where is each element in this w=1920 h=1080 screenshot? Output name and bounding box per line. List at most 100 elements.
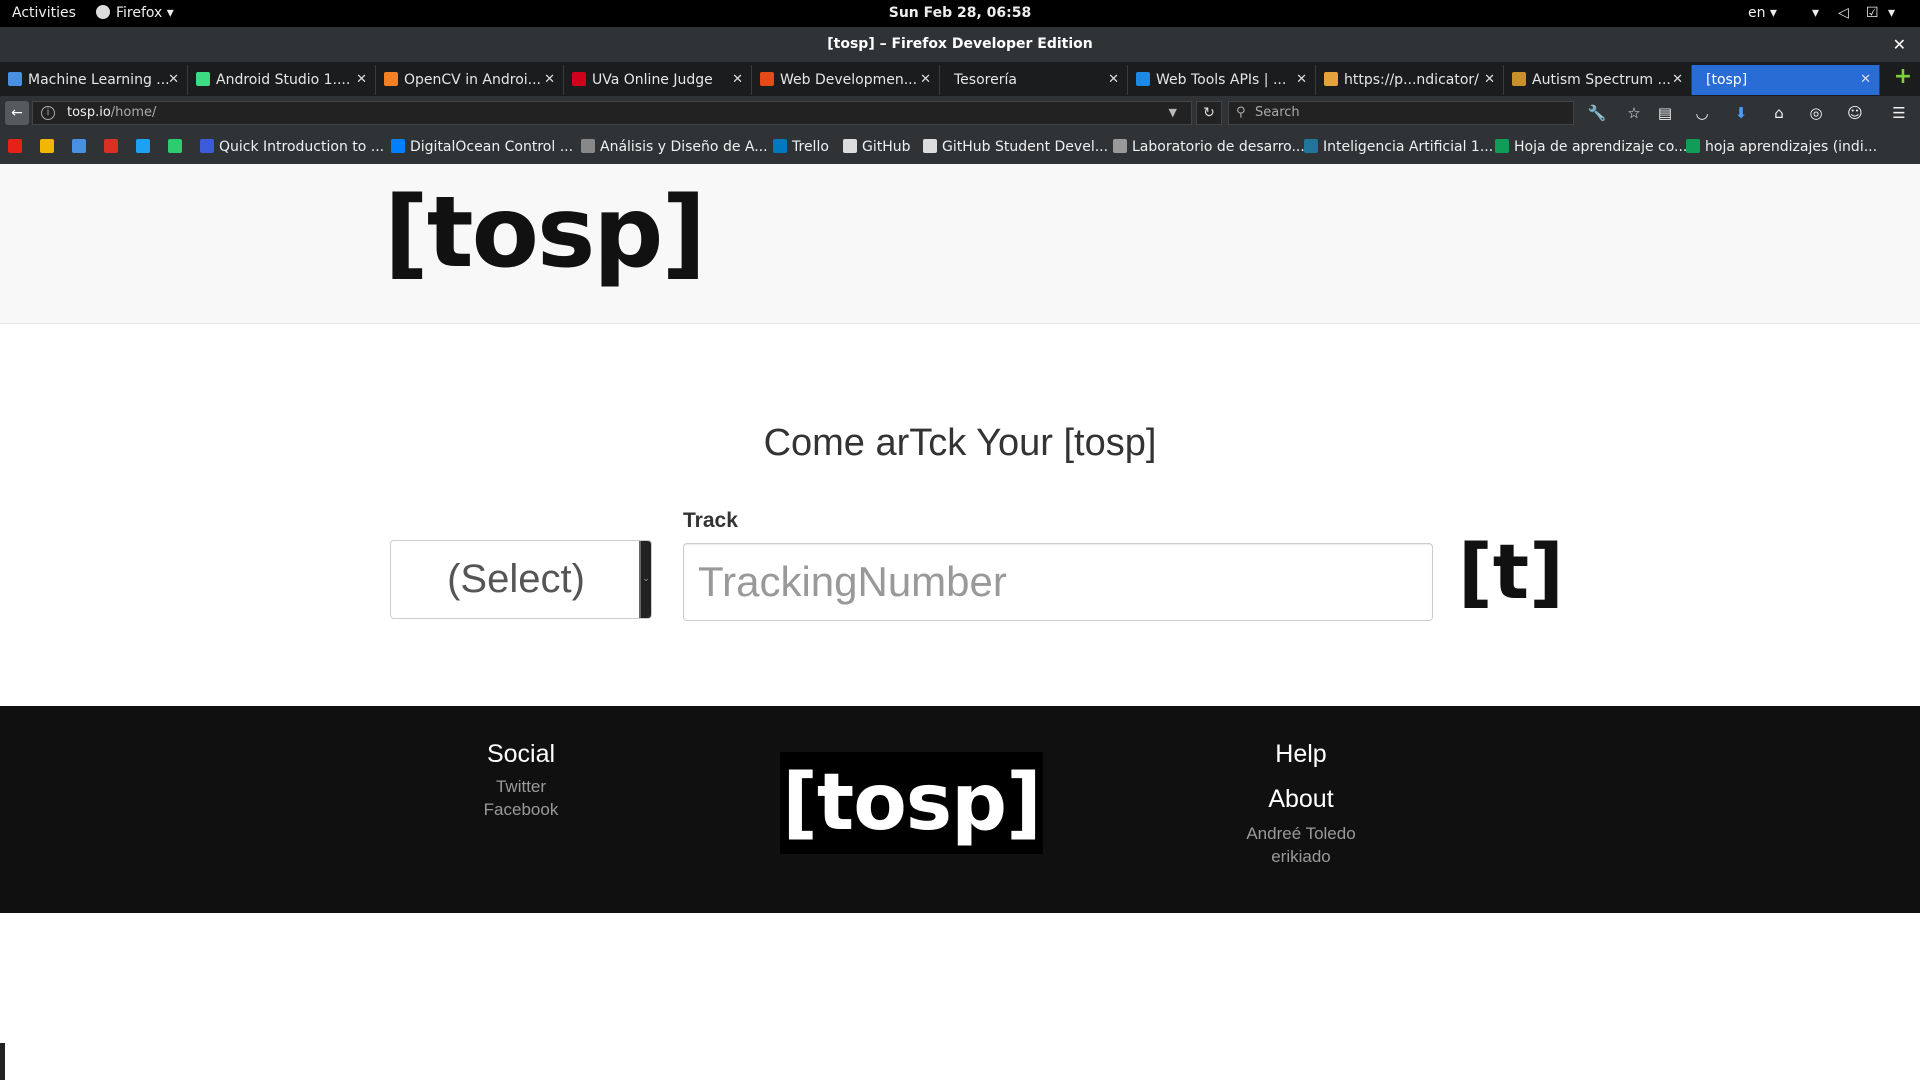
bookmark-star-icon[interactable]: ☆ [1624, 103, 1644, 123]
tab-favicon-icon [8, 72, 22, 86]
search-placeholder: Search [1255, 105, 1300, 120]
search-input[interactable]: ⚲ Search [1228, 101, 1574, 125]
tab-close-icon[interactable]: ✕ [1484, 65, 1495, 95]
window-close-icon[interactable]: ✕ [1893, 27, 1906, 62]
browser-tab[interactable]: Machine Learning ... ✕ [0, 65, 188, 95]
bookmark-item[interactable]: Quick Introduction to ... [200, 130, 384, 164]
window-edge-handle [0, 1043, 5, 1080]
reload-button[interactable]: ↻ [1196, 101, 1222, 125]
site-logo[interactable]: [tosp] [384, 184, 706, 282]
clock-label[interactable]: Sun Feb 28, 06:58 [889, 5, 1032, 21]
wifi-icon[interactable]: ▾ [1812, 0, 1819, 27]
bookmark-item[interactable] [40, 130, 59, 164]
tab-label: Tesorería [954, 72, 1017, 88]
bookmark-item[interactable] [168, 130, 187, 164]
bookmark-item[interactable]: Laboratorio de desarro... [1113, 130, 1305, 164]
bookmark-item[interactable]: Inteligencia Artificial 1... [1304, 130, 1493, 164]
bookmark-favicon-icon [843, 139, 857, 153]
browser-tab[interactable]: Tesorería ✕ [940, 65, 1128, 95]
language-menu[interactable]: en ▾ [1748, 0, 1777, 27]
bookmark-item[interactable] [136, 130, 155, 164]
browser-tab[interactable]: Autism Spectrum ... ✕ [1504, 65, 1692, 95]
downloads-icon[interactable]: ⬇ [1731, 103, 1751, 123]
chat-icon[interactable]: ☺ [1845, 103, 1865, 123]
url-path: /home/ [110, 105, 157, 120]
new-tab-icon[interactable]: + [1892, 66, 1914, 88]
url-history-dropdown-icon[interactable]: ▼ [1169, 102, 1177, 124]
footer-social-column: Social Twitter Facebook [401, 706, 641, 821]
bookmark-item[interactable]: Análisis y Diseño de A... [581, 130, 768, 164]
tab-close-icon[interactable]: ✕ [544, 65, 555, 95]
carrier-select[interactable]: (Select) ⌄ [390, 540, 652, 619]
browser-tab[interactable]: Web Tools APIs | ... ✕ [1128, 65, 1316, 95]
search-icon: ⚲ [1236, 105, 1246, 120]
window-title-bar: [tosp] – Firefox Developer Edition ✕ [0, 27, 1920, 62]
browser-tab[interactable]: https://p...ndicator/ ✕ [1316, 65, 1504, 95]
system-menu-caret-icon[interactable]: ▾ [1888, 0, 1895, 27]
bookmark-item[interactable]: GitHub Student Devel... [923, 130, 1108, 164]
tab-label: Android Studio 1.... [216, 72, 351, 88]
bookmark-label: Hoja de aprendizaje co... [1514, 139, 1688, 155]
firefox-icon [96, 5, 110, 19]
bookmark-item[interactable]: GitHub [843, 130, 911, 164]
url-bar[interactable]: i tosp.io/home/ ▼ [32, 101, 1192, 125]
customize-palette-icon[interactable]: ◎ [1806, 103, 1826, 123]
browser-tab[interactable]: OpenCV in Androi... ✕ [376, 65, 564, 95]
home-icon[interactable]: ⌂ [1769, 103, 1789, 123]
browser-tab[interactable]: UVa Online Judge ✕ [564, 65, 752, 95]
tab-label: Web Developmen... [780, 72, 918, 88]
tab-label: [tosp] [1706, 72, 1748, 88]
browser-tab[interactable]: Web Developmen... ✕ [752, 65, 940, 95]
pocket-icon[interactable]: ◡ [1692, 103, 1712, 123]
bookmark-item[interactable]: DigitalOcean Control ... [391, 130, 573, 164]
tab-close-icon[interactable]: ✕ [356, 65, 367, 95]
footer-help-link[interactable]: Help [1181, 740, 1421, 769]
bookmark-item[interactable]: hoja aprendizajes (indi... [1686, 130, 1877, 164]
bookmark-favicon-icon [1304, 139, 1318, 153]
menu-hamburger-icon[interactable]: ☰ [1889, 103, 1909, 123]
site-info-icon[interactable]: i [41, 106, 55, 120]
web-page: [tosp] Come arTck Your [tosp] Track (Sel… [0, 164, 1920, 1080]
status-check-icon[interactable]: ☑ [1866, 0, 1879, 27]
footer-facebook-link[interactable]: Facebook [401, 798, 641, 821]
clock: Sun Feb 28, 06:58 [0, 0, 1920, 27]
bookmark-item[interactable] [104, 130, 123, 164]
tab-close-icon[interactable]: ✕ [1860, 65, 1871, 95]
activities-button[interactable]: Activities [12, 0, 76, 27]
bookmark-item[interactable]: Hoja de aprendizaje co... [1495, 130, 1687, 164]
track-button[interactable]: [t] [1458, 534, 1564, 610]
window-title: [tosp] – Firefox Developer Edition [827, 36, 1093, 52]
tab-close-icon[interactable]: ✕ [1108, 65, 1119, 95]
bookmark-item[interactable] [72, 130, 91, 164]
tab-favicon-icon [196, 72, 210, 86]
bookmark-item[interactable]: Trello [773, 130, 829, 164]
site-header: [tosp] [0, 164, 1920, 324]
bookmark-label: Inteligencia Artificial 1... [1323, 139, 1494, 155]
bookmark-label: Quick Introduction to ... [219, 139, 385, 155]
bookmark-favicon-icon [1495, 139, 1509, 153]
bookmark-favicon-icon [136, 139, 150, 153]
chevron-down-icon[interactable]: ⌄ [639, 541, 651, 618]
system-top-bar: Activities Firefox ▾ Sun Feb 28, 06:58 e… [0, 0, 1920, 27]
tab-favicon-icon [572, 72, 586, 86]
bookmark-item[interactable] [8, 130, 27, 164]
bookmark-label: Análisis y Diseño de A... [600, 139, 768, 155]
tab-close-icon[interactable]: ✕ [1296, 65, 1307, 95]
tab-strip: Machine Learning ... ✕ Android Studio 1...… [0, 62, 1920, 96]
footer-logo[interactable]: [tosp] [780, 752, 1043, 854]
tab-close-icon[interactable]: ✕ [1672, 65, 1683, 95]
back-button[interactable]: ← [5, 101, 29, 125]
tab-close-icon[interactable]: ✕ [920, 65, 931, 95]
bookmarks-list-icon[interactable]: ▤ [1655, 103, 1675, 123]
tab-close-icon[interactable]: ✕ [168, 65, 179, 95]
developer-tools-icon[interactable]: 🔧 [1587, 103, 1607, 123]
footer-about-link[interactable]: About [1181, 785, 1421, 814]
bookmark-label: DigitalOcean Control ... [410, 139, 574, 155]
volume-muted-icon[interactable]: ◁ [1838, 0, 1849, 27]
tracking-number-input[interactable] [683, 543, 1433, 621]
app-menu[interactable]: Firefox ▾ [96, 0, 174, 27]
browser-tab[interactable]: Android Studio 1.... ✕ [188, 65, 376, 95]
footer-twitter-link[interactable]: Twitter [401, 775, 641, 798]
browser-tab[interactable]: [tosp] ✕ [1692, 65, 1880, 95]
tab-close-icon[interactable]: ✕ [732, 65, 743, 95]
